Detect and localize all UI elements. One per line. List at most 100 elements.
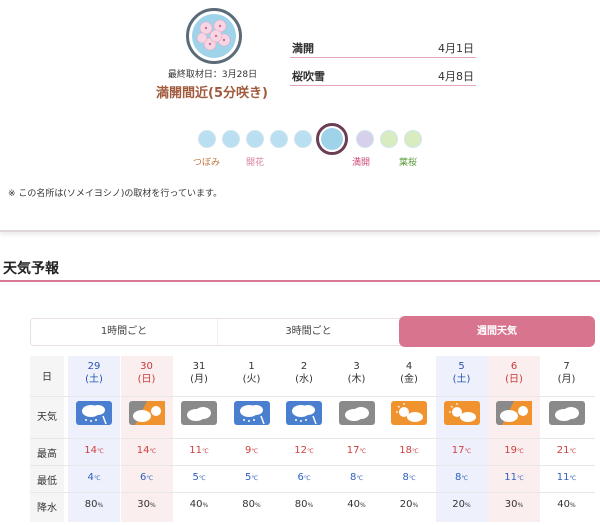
day-column: 6 (日) 19℃ 11℃ 30% [488, 356, 540, 522]
high-temp: 11℃ [189, 445, 209, 456]
rain-chance: 80% [242, 499, 261, 510]
high-temp: 19℃ [504, 445, 524, 456]
full-bloom-row: 満開 4月1日 [290, 36, 476, 58]
high-temp: 9℃ [244, 445, 259, 456]
day-of-week: (月) [557, 374, 576, 385]
row-label-rain: 降水 [37, 503, 57, 514]
day-of-week: (土) [85, 374, 103, 385]
rain-chance: 20% [399, 499, 419, 510]
day-of-week: (月) [190, 374, 208, 385]
stage-label-flower: 開花 [246, 158, 265, 168]
day-number: 29 [87, 361, 101, 372]
rain-chance: 40% [557, 499, 576, 510]
low-temp: 11℃ [556, 472, 577, 483]
title-divider [0, 280, 600, 282]
stage-icon [294, 130, 312, 148]
stage-label-bud: つぼみ [193, 158, 221, 168]
weather-cloud-icon [181, 401, 217, 425]
weather-cloud-icon [338, 401, 375, 425]
low-temp: 6℃ [139, 472, 154, 483]
stage-icon [270, 130, 288, 148]
day-date: 5 (土) [436, 360, 488, 386]
forecast-title: 天気予報 [3, 261, 59, 277]
day-column: 31 (月) 11℃ 5℃ 40% [173, 356, 225, 522]
row-label-high: 最高 [37, 449, 57, 460]
full-bloom-label: 満開 [292, 42, 314, 55]
low-temp: 11℃ [504, 472, 524, 483]
low-temp: 4℃ [87, 472, 101, 483]
stage-icon [246, 130, 264, 148]
weekly-forecast-table: 日 天気 最高 最低 降水 29 (土) 14℃ 4℃ 80% 30 (日) 14℃ 6℃ 30%… [30, 356, 595, 522]
day-number: 5 [458, 361, 465, 372]
day-date: 29 (土) [68, 360, 120, 386]
weather-sun-cloud-icon [443, 401, 480, 425]
tab-3hourly[interactable]: 3時間ごと [217, 319, 399, 345]
bloom-status: 満開間近(5分咲き) [156, 86, 268, 101]
day-date: 2 (水) [278, 360, 330, 386]
low-temp: 8℃ [349, 472, 364, 483]
survey-date: 最終取材日：3月28日 [167, 70, 258, 80]
weather-snow-rain-icon [233, 401, 270, 425]
stage-current-icon [316, 123, 348, 155]
high-temp: 14℃ [84, 445, 104, 456]
cherry-blossom-icon [186, 8, 242, 64]
row-divider [30, 438, 595, 439]
rain-chance: 30% [504, 499, 524, 510]
day-number: 31 [192, 361, 206, 372]
row-divider [30, 465, 595, 466]
day-of-week: (日) [137, 374, 156, 385]
weather-cloud-sun-icon [128, 401, 165, 425]
low-temp: 5℃ [244, 472, 259, 483]
day-date: 3 (木) [331, 360, 383, 386]
day-number: 3 [353, 361, 360, 372]
day-column: 2 (水) 12℃ 6℃ 80% [278, 356, 330, 522]
rain-chance: 30% [137, 499, 156, 510]
day-number: 6 [510, 361, 518, 372]
rain-chance: 20% [452, 499, 471, 510]
weather-snow-rain-icon [76, 401, 112, 425]
low-temp: 6℃ [297, 472, 311, 483]
rain-chance: 40% [189, 499, 209, 510]
row-divider [30, 396, 595, 397]
high-temp: 17℃ [346, 445, 367, 456]
day-number: 1 [248, 361, 255, 372]
day-column: 7 (月) 21℃ 11℃ 40% [541, 356, 593, 522]
low-temp: 5℃ [192, 472, 206, 483]
weather-sun-cloud-icon [391, 401, 427, 425]
low-temp: 8℃ [454, 472, 469, 483]
high-temp: 21℃ [556, 445, 577, 456]
tab-weekly[interactable]: 週間天気 [399, 316, 595, 347]
day-of-week: (木) [347, 374, 366, 385]
day-date: 30 (日) [121, 360, 173, 386]
day-of-week: (土) [452, 374, 471, 385]
day-of-week: (火) [242, 374, 261, 385]
day-column: 29 (土) 14℃ 4℃ 80% [68, 356, 120, 522]
petal-fall-label: 桜吹雪 [292, 70, 325, 83]
bloom-card: 最終取材日：3月28日 満開間近(5分咲き) 満開 4月1日 桜吹雪 4月8日 … [0, 0, 600, 232]
day-column: 5 (土) 17℃ 8℃ 20% [435, 356, 488, 522]
rain-chance: 40% [347, 499, 366, 510]
day-date: 4 (金) [383, 360, 435, 386]
day-column: 30 (日) 14℃ 6℃ 30% [120, 356, 173, 522]
bloom-stage-scale [196, 123, 426, 155]
stage-icon [198, 130, 216, 148]
tab-hourly[interactable]: 1時間ごと [31, 319, 217, 345]
day-of-week: (水) [295, 374, 313, 385]
forecast-tabs: 1時間ごと 3時間ごと 週間天気 [30, 316, 595, 347]
day-number: 7 [563, 361, 570, 372]
day-number: 4 [405, 361, 413, 372]
high-temp: 12℃ [294, 445, 314, 456]
high-temp: 17℃ [451, 445, 472, 456]
low-temp: 8℃ [402, 472, 416, 483]
rain-chance: 80% [84, 499, 104, 510]
stage-label-leaf: 葉桜 [399, 158, 418, 168]
high-temp: 14℃ [136, 445, 157, 456]
weather-cloud-icon [548, 401, 585, 425]
high-temp: 18℃ [399, 445, 419, 456]
day-of-week: (金) [400, 374, 418, 385]
day-date: 7 (月) [541, 360, 593, 386]
day-column: 4 (金) 18℃ 8℃ 20% [383, 356, 435, 522]
full-bloom-date: 4月1日 [438, 42, 474, 55]
weather-cloud-sun-icon [496, 401, 532, 425]
day-date: 31 (月) [173, 360, 225, 386]
